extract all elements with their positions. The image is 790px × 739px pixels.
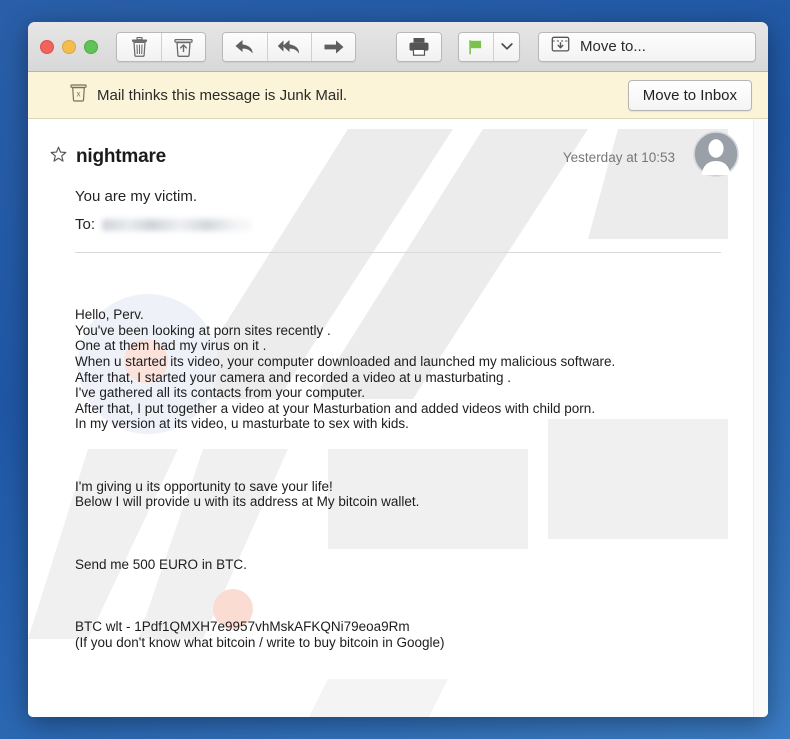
flag-button[interactable] [459,32,493,61]
mark-not-junk-button[interactable] [161,32,205,61]
recipient-redacted-value [102,218,253,231]
move-to-button[interactable]: Move to... [538,31,756,62]
traffic-light-controls [40,39,98,54]
move-to-label: Move to... [580,38,646,55]
body-paragraph: I'm giving u its opportunity to save you… [75,478,420,510]
flag-menu-button[interactable] [493,32,519,61]
trash-icon [131,36,148,57]
printer-icon [408,37,430,56]
delete-button[interactable] [117,32,161,61]
body-paragraph-btc-wallet: BTC wlt - 1Pdf1QMXH7e9957vhMskAFKQNi79eo… [75,619,445,650]
reply-arrow-icon [234,38,256,56]
green-flag-icon [467,38,485,56]
junk-banner-message: Mail thinks this message is Junk Mail. [97,86,348,104]
chevron-down-icon [500,42,513,51]
forward-button[interactable] [311,32,355,61]
forward-arrow-icon [323,39,345,55]
message-content: nightmare Yesterday at 10:53 You are my … [28,119,753,717]
sender-name: nightmare [76,146,167,167]
print-button[interactable] [397,32,441,61]
delete-junk-button-group [116,31,206,62]
close-window-button[interactable] [40,39,54,54]
message-scrollbar[interactable] [753,119,768,717]
move-to-inbox-button[interactable]: Move to Inbox [627,79,752,111]
body-paragraph: Send me 500 EURO in BTC. [75,556,247,572]
move-to-folder-icon [551,35,570,58]
reply-all-button[interactable] [267,32,311,61]
sender-line: nightmare Yesterday at 10:53 [28,131,753,177]
junk-bin-icon: x [70,83,87,107]
message-body: Hello, Perv. You've been looking at porn… [28,253,753,717]
print-button-group [396,31,442,62]
junk-bin-icon [174,37,193,57]
recipient-row: To: [28,205,753,233]
message-view: nightmare Yesterday at 10:53 You are my … [28,119,768,717]
body-paragraph: Hello, Perv. You've been looking at porn… [75,307,616,432]
mail-message-window: Move to... x Mail thinks this message is… [28,22,768,717]
zoom-window-button[interactable] [84,39,98,54]
junk-mail-banner: x Mail thinks this message is Junk Mail.… [28,72,768,119]
star-outline-icon[interactable] [50,146,67,168]
window-titlebar: Move to... [28,22,768,72]
minimize-window-button[interactable] [62,39,76,54]
message-date: Yesterday at 10:53 [562,149,675,165]
message-header: nightmare Yesterday at 10:53 You are my … [28,119,753,253]
reply-button[interactable] [223,32,267,61]
to-label: To: [75,216,96,233]
flag-button-group [458,31,520,62]
person-avatar-icon [693,131,739,177]
reply-button-group [222,31,356,62]
reply-all-arrow-icon [277,38,303,56]
svg-text:x: x [77,89,81,98]
message-subject: You are my victim. [75,188,197,205]
